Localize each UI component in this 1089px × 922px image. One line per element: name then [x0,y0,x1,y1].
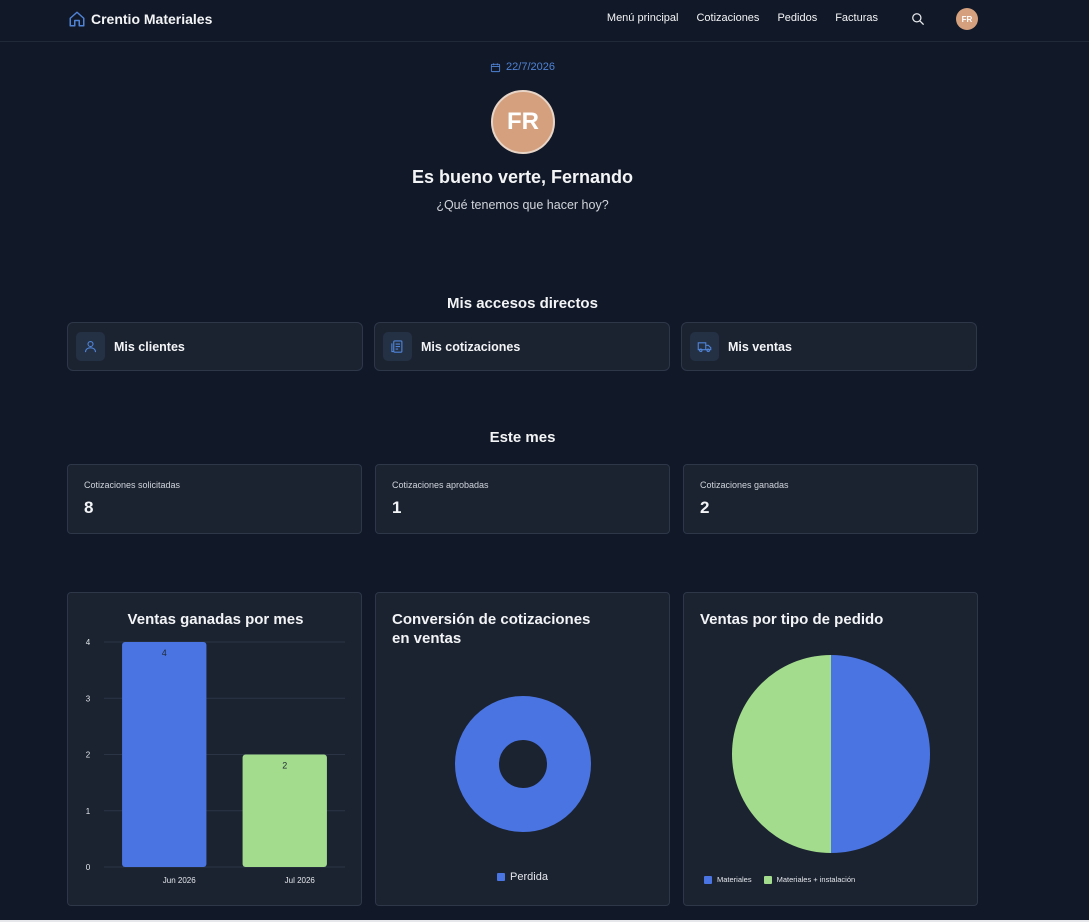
date-text: 22/7/2026 [506,61,555,73]
legend-swatch [704,875,712,884]
shortcut-icon-box [383,332,412,361]
pie-chart [732,655,930,853]
chart-title: Conversión de cotizaciones en ventas [392,611,591,647]
bar-chart: 0 1 2 3 4 4 Jun 2026 2 Jul 2026 [86,638,345,885]
calendar-icon [490,62,501,72]
legend-swatch [763,875,772,884]
y-tick-label: 3 [86,694,91,703]
chart-title: Ventas ganadas por mes [127,611,304,628]
shortcuts-title: Mis accesos directos [447,295,598,312]
chart-card-conversion: Conversión de cotizaciones en ventas Per… [375,592,670,906]
stat-card-aprobadas: Cotizaciones aprobadas 1 [375,464,670,534]
truck-icon [697,342,712,353]
greeting-subtitle: ¿Qué tenemos que hacer hoy? [436,198,609,212]
stat-value: 8 [84,498,94,517]
brand-name: Crentio Materiales [91,11,213,27]
month-title: Este mes [489,429,556,446]
brand-logo[interactable]: Crentio Materiales [68,9,212,29]
shortcut-mis-clientes[interactable]: Mis clientes [67,322,363,371]
legend-item[interactable]: Materiales [704,875,752,884]
legend-item[interactable]: Materiales + instalación [763,875,856,884]
y-tick-label: 2 [86,751,91,760]
pie-slice[interactable] [831,655,930,853]
stat-card-ganadas: Cotizaciones ganadas 2 [683,464,978,534]
nav-menu: Menú principal Cotizaciones Pedidos Fact… [607,12,878,24]
stat-label: Cotizaciones solicitadas [84,480,181,490]
bar-value-label: 4 [162,648,167,658]
chart-card-ventas-mes: 0 1 2 3 4 4 Jun 2026 2 Jul 2026 Ventas ganadas p… [67,592,362,906]
bar[interactable] [122,642,207,867]
y-tick-label: 1 [86,807,91,816]
donut-slice[interactable] [455,696,591,832]
chart-legend: Perdida [376,871,669,883]
greeting-title: Es bueno verte, Fernando [411,167,634,187]
shortcut-label: Mis clientes [114,339,185,354]
current-date: 22/7/2026 [0,61,1045,73]
shortcut-label: Mis ventas [728,339,792,354]
y-tick-label: 4 [86,638,91,647]
home-icon [69,11,85,27]
chart-card-tipo-pedido: Ventas por tipo de pedido Materiales Mate… [683,592,978,906]
stat-value: 2 [700,498,710,517]
stat-label: Cotizaciones aprobadas [392,480,489,490]
user-avatar-menu[interactable]: FR [956,8,978,30]
chart-legend: Materiales Materiales + instalación [704,875,997,884]
user-icon [84,340,97,353]
shortcut-mis-ventas[interactable]: Mis ventas [681,322,977,371]
x-tick-label: Jun 2026 [163,876,196,885]
legend-label: Perdida [510,871,548,883]
stat-value: 1 [392,498,402,517]
nav-link-menu-principal[interactable]: Menú principal [607,12,679,24]
search-icon[interactable] [911,12,925,26]
stat-card-solicitadas: Cotizaciones solicitadas 8 [67,464,362,534]
top-navbar: Crentio Materiales Menú principal Cotiza… [0,0,1089,42]
legend-item[interactable]: Perdida [497,871,548,883]
bar-value-label: 2 [282,761,287,771]
pie-slice[interactable] [732,655,831,853]
document-icon [391,340,403,353]
stat-label: Cotizaciones ganadas [700,480,789,490]
bar[interactable] [242,754,327,868]
shortcut-icon-box [76,332,105,361]
nav-link-facturas[interactable]: Facturas [835,12,878,24]
legend-label: Materiales + instalación [776,875,856,884]
profile-avatar: FR [491,90,555,154]
legend-label: Materiales [717,875,752,884]
chart-title: Ventas por tipo de pedido [700,611,884,628]
shortcut-mis-cotizaciones[interactable]: Mis cotizaciones [374,322,670,371]
nav-link-cotizaciones[interactable]: Cotizaciones [696,12,759,24]
nav-link-pedidos[interactable]: Pedidos [777,12,817,24]
shortcut-label: Mis cotizaciones [421,339,521,354]
shortcut-icon-box [690,332,719,361]
y-tick-label: 0 [86,863,91,872]
x-tick-label: Jul 2026 [285,876,316,885]
legend-swatch [497,873,506,881]
